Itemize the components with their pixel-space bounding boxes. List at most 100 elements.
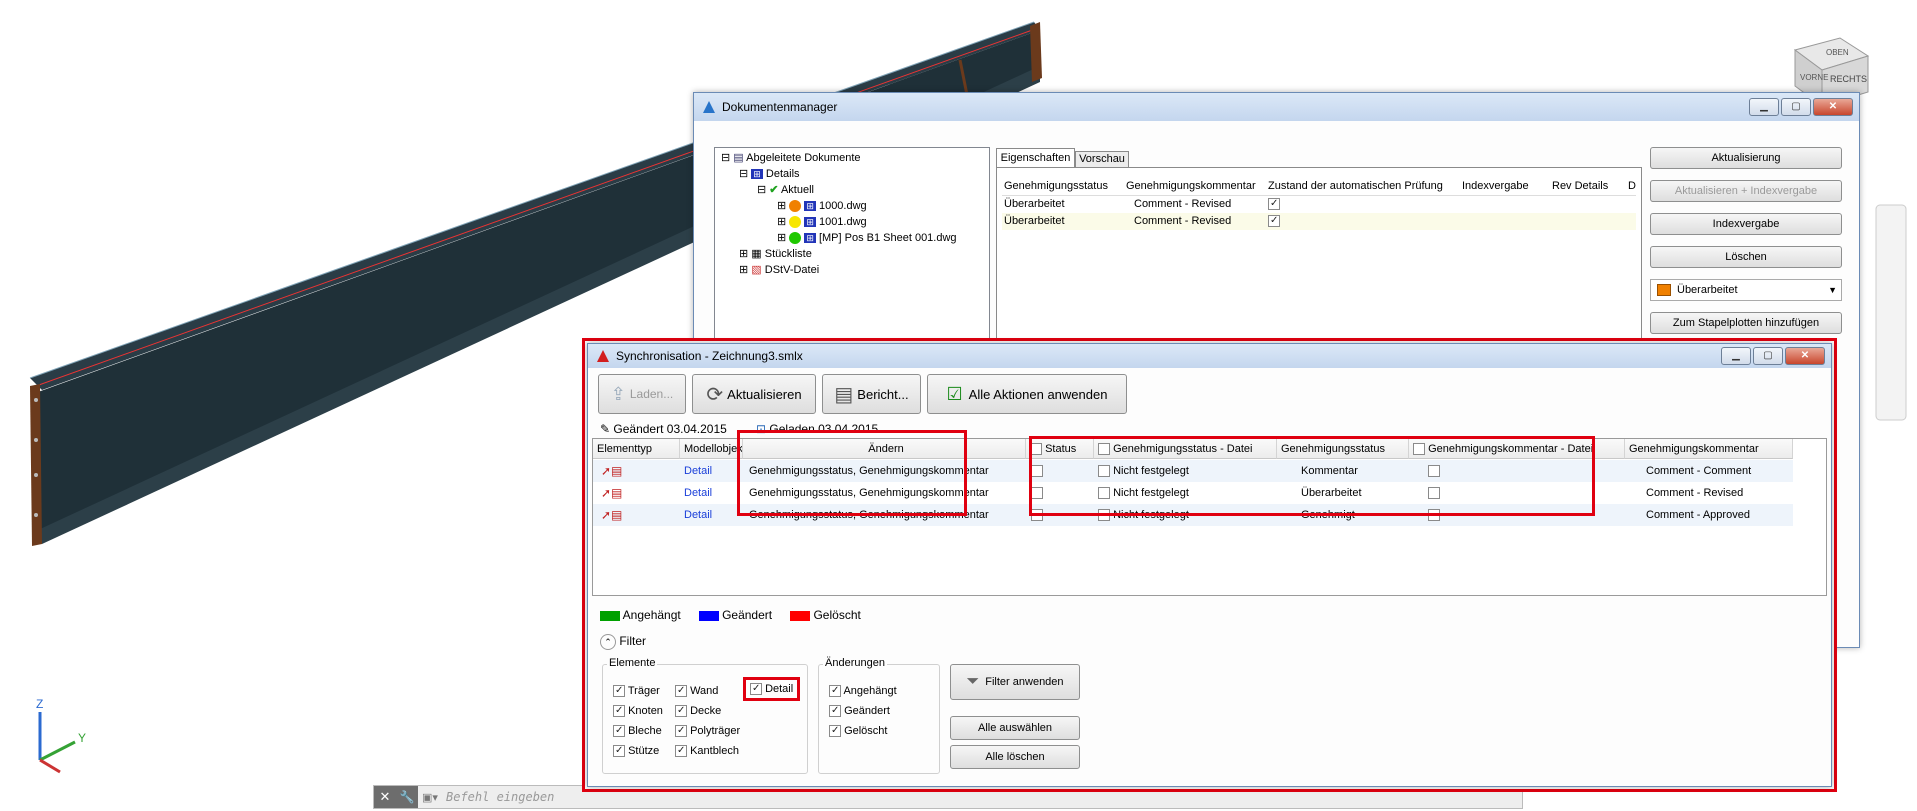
- drawing-icon: ⊞: [804, 217, 816, 227]
- legend-item-deleted: Gelöscht: [790, 608, 861, 622]
- tab-preview[interactable]: Vorschau: [1075, 151, 1129, 168]
- beam-end-plate: [30, 384, 42, 546]
- app-logo-icon: [702, 100, 716, 114]
- sync-grid[interactable]: Elementtyp Modellobjekt Ändern Status Ge…: [592, 430, 1827, 596]
- filter-kantblech[interactable]: Kantblech: [675, 745, 739, 758]
- update-button[interactable]: Aktualisierung: [1650, 147, 1842, 169]
- edit-icon: ✎: [600, 422, 611, 436]
- comment-cell: Comment - Comment: [1646, 465, 1752, 477]
- load-button[interactable]: ⇪ Laden...: [598, 374, 686, 414]
- axis-y-label: Y: [78, 731, 86, 745]
- model-object-link[interactable]: Detail: [684, 504, 712, 526]
- list-icon: ▦: [751, 248, 762, 260]
- filter-stuetze[interactable]: Stütze: [613, 745, 659, 758]
- column-header-comment[interactable]: Genehmigungskommentar: [1625, 439, 1793, 459]
- comment-cell: Comment - Revised: [1646, 487, 1744, 499]
- changes-group-title: Änderungen: [823, 657, 887, 669]
- axis-z-label: Z: [36, 697, 43, 711]
- refresh-button[interactable]: ⟳ Aktualisieren: [692, 374, 816, 414]
- drawing-icon: ⊞: [804, 233, 816, 243]
- column-header-model[interactable]: Modellobjekt: [680, 439, 743, 459]
- checkmark-icon: ✔: [769, 184, 779, 196]
- filter-wand[interactable]: Wand: [675, 685, 718, 698]
- column-header[interactable]: Genehmigungsstatus: [1002, 176, 1124, 195]
- tree-file-item[interactable]: ⊞ ⊞ 1001.dwg: [721, 214, 983, 230]
- batch-plot-button[interactable]: Zum Stapelplotten hinzufügen: [1650, 312, 1842, 334]
- legend: Angehängt Geändert Gelöscht: [600, 608, 861, 622]
- close-icon[interactable]: ✕: [374, 786, 396, 808]
- ucs-axes-icon: [38, 712, 76, 774]
- close-button[interactable]: ✕: [1813, 98, 1853, 116]
- filter-bleche[interactable]: Bleche: [613, 725, 662, 738]
- element-type-icon: ➚▤: [601, 486, 623, 500]
- dstv-icon: ▧: [751, 264, 762, 276]
- clear-all-button[interactable]: Alle löschen: [950, 745, 1080, 769]
- maximize-button[interactable]: ▢: [1753, 347, 1783, 365]
- apply-filter-button[interactable]: ⏷ Filter anwenden: [950, 664, 1080, 700]
- report-button[interactable]: ▤ Bericht...: [822, 374, 921, 414]
- status-select[interactable]: Überarbeitet ▼: [1650, 279, 1842, 301]
- comment-cell: Comment - Approved: [1646, 509, 1750, 521]
- approval-columns-highlight: [1029, 436, 1595, 516]
- select-all-button[interactable]: Alle auswählen: [950, 716, 1080, 740]
- document-manager-titlebar: Dokumentenmanager ▁ ▢ ✕: [694, 93, 1859, 121]
- minimize-button[interactable]: ▁: [1749, 98, 1779, 116]
- viewcube-front-label: VORNE: [1800, 73, 1828, 82]
- command-input[interactable]: Befehl eingeben: [446, 790, 554, 804]
- apply-all-button[interactable]: ☑ Alle Aktionen anwenden: [927, 374, 1127, 414]
- column-header[interactable]: Genehmigungskommentar: [1124, 176, 1266, 195]
- filter-polytraeger[interactable]: Polyträger: [675, 725, 740, 738]
- tree-file-item[interactable]: ⊞ ⊞ 1000.dwg: [721, 198, 983, 214]
- auto-check-checkbox[interactable]: [1268, 215, 1280, 228]
- wrench-icon[interactable]: 🔧: [396, 786, 418, 808]
- command-prompt-icon[interactable]: ▣▾: [418, 791, 446, 804]
- tree-node-root[interactable]: ⊟ ▤ Abgeleitete Dokumente: [721, 150, 983, 166]
- app-logo-icon: [596, 349, 610, 363]
- table-row[interactable]: Überarbeitet Comment - Revised: [1002, 213, 1636, 230]
- tree-file-item[interactable]: ⊞ ⊞ [MP] Pos B1 Sheet 001.dwg: [721, 230, 983, 246]
- documents-icon: ▤: [733, 152, 744, 164]
- minimize-button[interactable]: ▁: [1721, 347, 1751, 365]
- sync-highlight-frame: Synchronisation - Zeichnung3.smlx ▁ ▢ ✕ …: [582, 338, 1837, 792]
- tab-properties[interactable]: Eigenschaften: [996, 148, 1075, 168]
- status-color-swatch: [1657, 284, 1671, 296]
- column-header[interactable]: Rev Details: [1550, 176, 1626, 195]
- element-type-icon: ➚▤: [601, 508, 623, 522]
- index-button[interactable]: Indexvergabe: [1650, 213, 1842, 235]
- filter-deleted[interactable]: Gelöscht: [829, 725, 887, 738]
- tree-node-dstv[interactable]: ⊞ ▧ DStV-Datei: [721, 262, 983, 278]
- filter-changed[interactable]: Geändert: [829, 705, 890, 718]
- filter-attached[interactable]: Angehängt: [829, 685, 897, 698]
- tree-node-details[interactable]: ⊟ ⊞ Details: [721, 166, 983, 182]
- refresh-icon: ⟳: [706, 383, 724, 406]
- column-header[interactable]: D: [1626, 176, 1636, 195]
- table-row[interactable]: Überarbeitet Comment - Revised: [1002, 196, 1636, 213]
- sync-titlebar: Synchronisation - Zeichnung3.smlx ▁ ▢ ✕: [588, 344, 1831, 368]
- change-column-highlight: [737, 430, 967, 516]
- filter-knoten[interactable]: Knoten: [613, 705, 663, 718]
- viewcube-right-label: RECHTS: [1830, 74, 1867, 84]
- model-object-link[interactable]: Detail: [684, 482, 712, 504]
- filter-decke[interactable]: Decke: [675, 705, 721, 718]
- upload-icon: ⇪: [610, 383, 626, 404]
- column-header[interactable]: Indexvergabe: [1460, 176, 1550, 195]
- legend-item-changed: Geändert: [698, 608, 772, 622]
- filter-traeger[interactable]: Träger: [613, 685, 660, 698]
- legend-item-attached: Angehängt: [600, 608, 681, 622]
- details-icon: ⊞: [751, 169, 763, 179]
- delete-button[interactable]: Löschen: [1650, 246, 1842, 268]
- tree-node-parts-list[interactable]: ⊞ ▦ Stückliste: [721, 246, 983, 262]
- maximize-button[interactable]: ▢: [1781, 98, 1811, 116]
- close-button[interactable]: ✕: [1785, 347, 1825, 365]
- column-header-type[interactable]: Elementtyp: [593, 439, 680, 459]
- report-icon: ▤: [834, 383, 854, 406]
- model-object-link[interactable]: Detail: [684, 460, 712, 482]
- update-index-button[interactable]: Aktualisieren + Indexvergabe: [1650, 180, 1842, 202]
- status-dot-icon: [789, 232, 802, 245]
- tree-node-current[interactable]: ⊟ ✔ Aktuell: [721, 182, 983, 198]
- column-header[interactable]: Zustand der automatischen Prüfung: [1266, 176, 1460, 195]
- auto-check-checkbox[interactable]: [1268, 198, 1280, 211]
- document-manager-title: Dokumentenmanager: [722, 100, 838, 114]
- filter-detail[interactable]: Detail: [743, 677, 801, 702]
- filter-toggle[interactable]: ⌃ Filter: [600, 634, 646, 650]
